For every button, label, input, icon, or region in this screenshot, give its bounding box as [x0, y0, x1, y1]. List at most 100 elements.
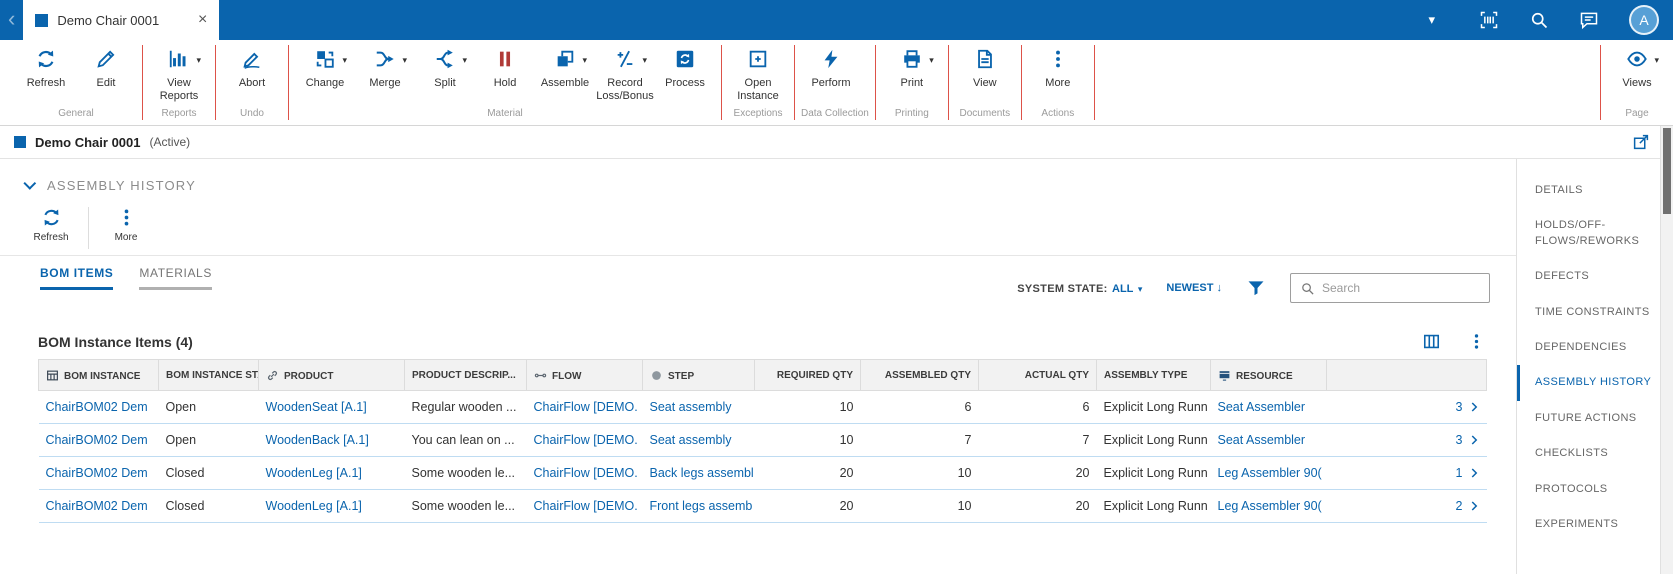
- panel-refresh-button[interactable]: Refresh: [26, 201, 76, 255]
- chevron-right-icon[interactable]: [1468, 434, 1480, 446]
- col-bom-instance-state[interactable]: BOM INSTANCE STA...: [158, 359, 259, 391]
- open-in-panel-icon[interactable]: [1632, 133, 1650, 151]
- merge-button[interactable]: ▾ Merge: [355, 40, 415, 90]
- step-link[interactable]: Front legs assemb: [650, 499, 753, 513]
- topbar-actions: ▾ A: [1428, 5, 1673, 35]
- table-row[interactable]: ChairBOM02 Dem Closed WoodenLeg [A.1] So…: [38, 489, 1487, 523]
- collapse-chevron-icon[interactable]: [23, 176, 37, 190]
- sidebar-item-future-actions[interactable]: FUTURE ACTIONS: [1517, 401, 1660, 436]
- flow-link[interactable]: ChairFlow [DEMO.: [534, 400, 638, 414]
- refresh-button[interactable]: Refresh: [16, 40, 76, 90]
- back-chevron-icon[interactable]: ‹: [0, 8, 23, 32]
- sidebar-item-details[interactable]: DETAILS: [1517, 173, 1660, 208]
- sidebar-item-protocols[interactable]: PROTOCOLS: [1517, 472, 1660, 507]
- document-tab[interactable]: Demo Chair 0001 ×: [23, 0, 220, 40]
- col-resource[interactable]: RESOURCE: [1210, 359, 1327, 391]
- detail-count-link[interactable]: 3: [1456, 400, 1463, 414]
- scrollbar-thumb[interactable]: [1663, 128, 1671, 214]
- tab-materials[interactable]: MATERIALS: [139, 266, 212, 290]
- col-flow[interactable]: FLOW: [526, 359, 643, 391]
- sidebar-item-experiments[interactable]: EXPERIMENTS: [1517, 507, 1660, 542]
- hold-pause-icon: [494, 48, 516, 72]
- detail-count-link[interactable]: 1: [1456, 466, 1463, 480]
- process-button[interactable]: Process: [655, 40, 715, 90]
- bom-instance-link[interactable]: ChairBOM02 Dem: [46, 499, 148, 513]
- grid-more-dots-icon[interactable]: [1467, 332, 1486, 351]
- filter-funnel-icon[interactable]: [1246, 278, 1266, 298]
- column-chooser-icon[interactable]: [1422, 332, 1441, 351]
- flow-link[interactable]: ChairFlow [DEMO.: [534, 499, 638, 513]
- col-assembly-type[interactable]: ASSEMBLY TYPE: [1096, 359, 1211, 391]
- views-button[interactable]: ▾ Views: [1607, 40, 1667, 90]
- bom-instance-link[interactable]: ChairBOM02 Dem: [46, 400, 148, 414]
- col-assembled-qty[interactable]: ASSEMBLED QTY: [860, 359, 979, 391]
- col-required-qty[interactable]: REQUIRED QTY: [754, 359, 861, 391]
- more-actions-button[interactable]: More: [1028, 40, 1088, 90]
- resource-link[interactable]: Leg Assembler 90(: [1218, 499, 1322, 513]
- flow-link[interactable]: ChairFlow [DEMO.: [534, 433, 638, 447]
- search-icon[interactable]: [1529, 10, 1549, 30]
- detail-count-link[interactable]: 2: [1456, 499, 1463, 513]
- record-loss-bonus-button[interactable]: ▾ Record Loss/Bonus: [595, 40, 655, 103]
- chevron-right-icon[interactable]: [1468, 500, 1480, 512]
- col-actual-qty[interactable]: ACTUAL QTY: [978, 359, 1097, 391]
- vertical-scrollbar[interactable]: [1660, 126, 1673, 574]
- view-reports-button[interactable]: ▾ View Reports: [149, 40, 209, 103]
- detail-count-link[interactable]: 3: [1456, 433, 1463, 447]
- col-step[interactable]: STEP: [642, 359, 755, 391]
- sidebar-item-time-constraints[interactable]: TIME CONSTRAINTS: [1517, 295, 1660, 330]
- barcode-scanner-icon[interactable]: [1479, 10, 1499, 30]
- required-qty-cell: 10: [754, 423, 861, 457]
- product-link[interactable]: WoodenSeat [A.1]: [266, 400, 367, 414]
- chevron-right-icon[interactable]: [1468, 467, 1480, 479]
- chevron-right-icon[interactable]: [1468, 401, 1480, 413]
- col-product-description[interactable]: PRODUCT DESCRIP...: [404, 359, 527, 391]
- edit-button[interactable]: Edit: [76, 40, 136, 90]
- sidebar-item-defects[interactable]: DEFECTS: [1517, 259, 1660, 294]
- sidebar-item-assembly-history[interactable]: ASSEMBLY HISTORY: [1517, 365, 1660, 401]
- table-row[interactable]: ChairBOM02 Dem Open WoodenBack [A.1] You…: [38, 423, 1487, 457]
- close-icon[interactable]: ×: [196, 11, 209, 29]
- abort-button[interactable]: Abort: [222, 40, 282, 90]
- sort-newest-button[interactable]: NEWEST ↓: [1166, 282, 1222, 294]
- table-row[interactable]: ChairBOM02 Dem Closed WoodenLeg [A.1] So…: [38, 456, 1487, 490]
- search-input[interactable]: [1322, 281, 1480, 295]
- tab-bom-items[interactable]: BOM ITEMS: [40, 266, 114, 290]
- step-link[interactable]: Seat assembly: [650, 400, 732, 414]
- system-state-value[interactable]: ALL: [1112, 283, 1133, 295]
- step-link[interactable]: Back legs assembl: [650, 466, 754, 480]
- table-row[interactable]: ChairBOM02 Dem Open WoodenSeat [A.1] Reg…: [38, 390, 1487, 424]
- flow-link[interactable]: ChairFlow [DEMO.: [534, 466, 638, 480]
- product-link[interactable]: WoodenLeg [A.1]: [266, 499, 362, 513]
- description-cell: Regular wooden ...: [404, 390, 527, 424]
- col-product[interactable]: PRODUCT: [258, 359, 405, 391]
- system-state-filter[interactable]: SYSTEM STATE: ALL ▾: [1017, 279, 1142, 297]
- change-button[interactable]: ▾ Change: [295, 40, 355, 90]
- ribbon-group-exceptions: Open Instance Exceptions: [722, 40, 794, 125]
- split-button[interactable]: ▾ Split: [415, 40, 475, 90]
- product-link[interactable]: WoodenBack [A.1]: [266, 433, 369, 447]
- panel-more-button[interactable]: More: [101, 201, 151, 255]
- resource-link[interactable]: Seat Assembler: [1218, 400, 1306, 414]
- sidebar-item-checklists[interactable]: CHECKLISTS: [1517, 436, 1660, 471]
- bom-instance-link[interactable]: ChairBOM02 Dem: [46, 466, 148, 480]
- tabs-dropdown-caret-icon[interactable]: ▾: [1428, 12, 1435, 28]
- resource-link[interactable]: Seat Assembler: [1218, 433, 1306, 447]
- col-bom-instance[interactable]: BOM INSTANCE: [38, 359, 159, 391]
- step-link[interactable]: Seat assembly: [650, 433, 732, 447]
- tab-title: Demo Chair 0001: [57, 12, 160, 28]
- product-link[interactable]: WoodenLeg [A.1]: [266, 466, 362, 480]
- user-avatar[interactable]: A: [1629, 5, 1659, 35]
- bom-instance-link[interactable]: ChairBOM02 Dem: [46, 433, 148, 447]
- open-instance-button[interactable]: Open Instance: [728, 40, 788, 103]
- view-documents-button[interactable]: View: [955, 40, 1015, 90]
- assemble-button[interactable]: ▾ Assemble: [535, 40, 595, 90]
- perform-button[interactable]: Perform: [801, 40, 861, 90]
- print-button[interactable]: ▾ Print: [882, 40, 942, 90]
- hold-button[interactable]: Hold: [475, 40, 535, 90]
- sidebar-item-dependencies[interactable]: DEPENDENCIES: [1517, 330, 1660, 365]
- col-actions[interactable]: [1326, 359, 1487, 391]
- feedback-chat-icon[interactable]: [1579, 10, 1599, 30]
- resource-link[interactable]: Leg Assembler 90(: [1218, 466, 1322, 480]
- sidebar-item-holds-offflows-reworks[interactable]: HOLDS/OFF-FLOWS/REWORKS: [1517, 208, 1660, 259]
